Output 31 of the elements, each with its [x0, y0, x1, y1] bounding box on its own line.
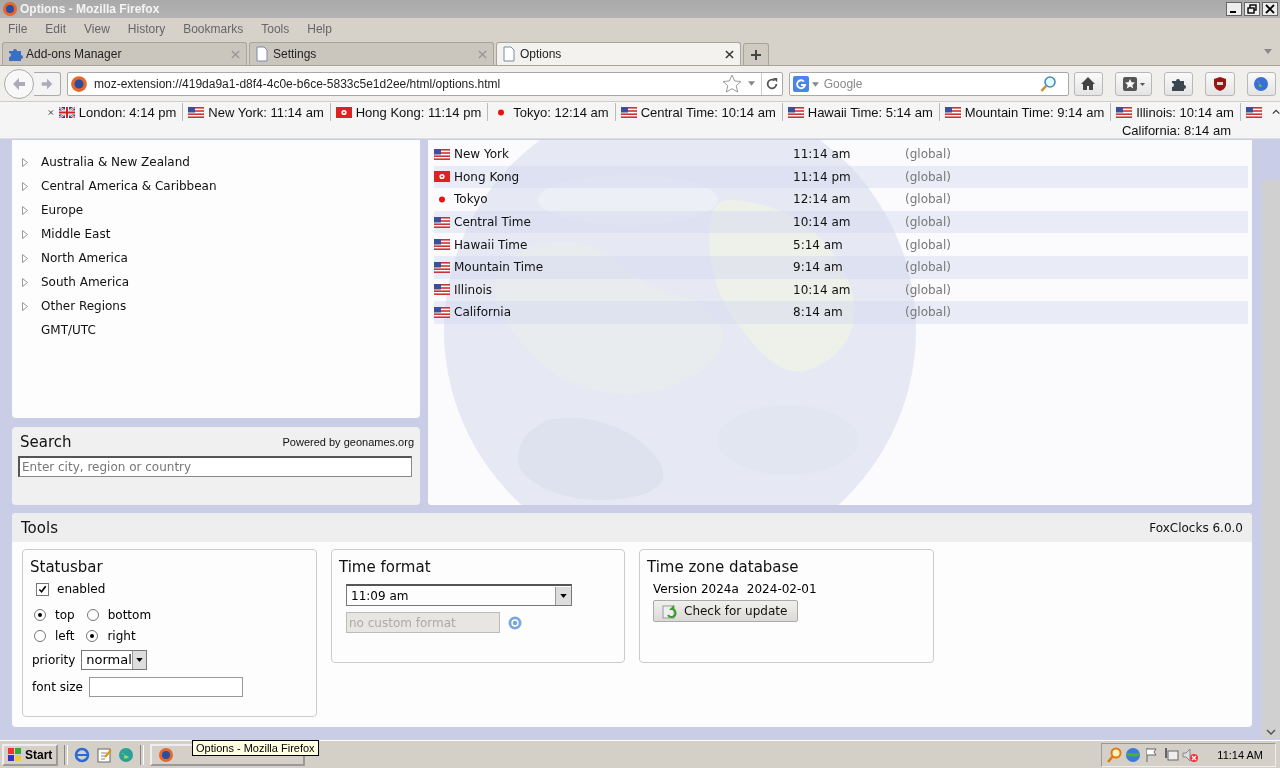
zone-scope: (global) — [905, 169, 951, 184]
zone-time: 11:14 pm — [793, 169, 852, 184]
zone-time: 10:14 am — [793, 215, 852, 230]
zone-time: 5:14 am — [793, 237, 844, 252]
date-text: 2024-02-01 — [746, 582, 817, 596]
panel-title: Tools — [21, 518, 58, 537]
zone-time: 10:14 am — [793, 282, 852, 297]
credit-text: Powered by geonames.org — [282, 436, 414, 448]
version-text: FoxClocks 6.0.0 — [1149, 520, 1243, 535]
field-label: priority — [32, 652, 76, 667]
tooltip: Options - Mozilla Firefox — [192, 740, 319, 756]
zone-time: 11:14 am — [793, 147, 852, 162]
field-label: font size — [32, 679, 83, 694]
group-title: Time zone database — [647, 558, 800, 576]
zone-scope: (global) — [905, 260, 951, 275]
zone-scope: (global) — [905, 215, 951, 230]
zone-scope: (global) — [905, 147, 951, 162]
group-title: Statusbar — [30, 558, 104, 576]
panel-title: Search — [20, 433, 72, 451]
zone-scope: (global) — [905, 237, 951, 252]
url-text: moz-extension://419da9a1-d8f4-4c0e-b6ce-5833c5e1d2ee/html/options.html — [94, 76, 502, 91]
zone-time: 8:14 am — [793, 305, 844, 320]
window-title: Options - Mozilla Firefox — [20, 2, 161, 16]
zone-time: 9:14 am — [793, 260, 844, 275]
zone-scope: (global) — [905, 282, 951, 297]
zone-scope: (global) — [905, 305, 951, 320]
zone-time: 12:14 am — [793, 192, 852, 207]
clock-text: 11:14 AM — [1217, 748, 1263, 761]
group-title: Time format — [339, 558, 432, 576]
zone-scope: (global) — [905, 192, 951, 207]
version-text: Version 2024a — [653, 582, 739, 596]
